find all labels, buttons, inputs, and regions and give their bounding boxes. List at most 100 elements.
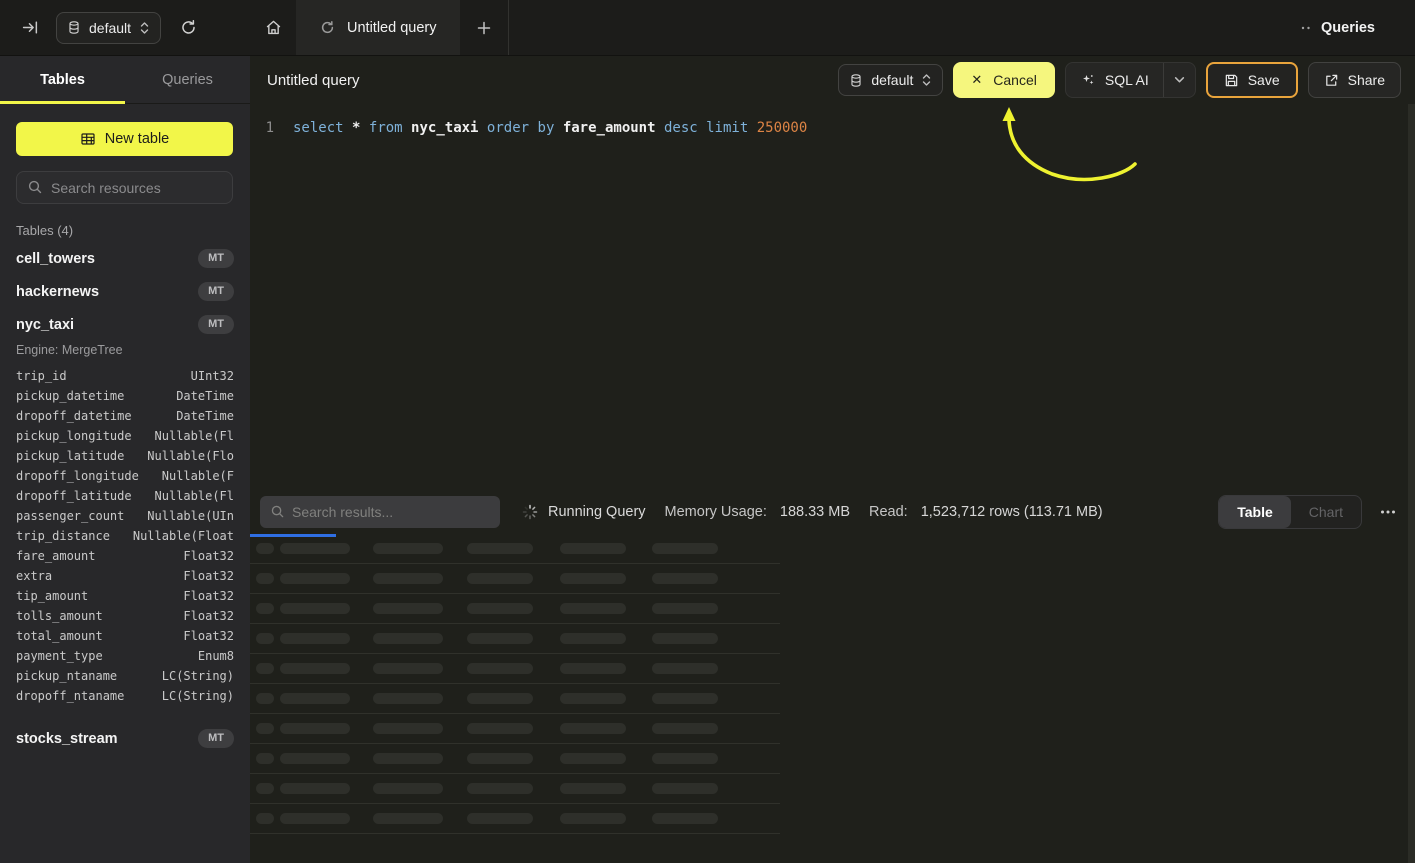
topbar-database-value: default bbox=[89, 20, 131, 36]
table-item-stocks_stream[interactable]: stocks_streamMT bbox=[16, 722, 234, 755]
column-row[interactable]: extra Float32 bbox=[16, 566, 234, 586]
search-resources-input[interactable] bbox=[16, 171, 233, 204]
skeleton-cell bbox=[256, 753, 274, 764]
skeleton-cell bbox=[256, 813, 274, 824]
table-item-nyc_taxi[interactable]: nyc_taxiMT bbox=[16, 308, 234, 341]
skeleton-cell bbox=[560, 813, 626, 824]
sql-ai-button[interactable]: SQL AI bbox=[1066, 63, 1163, 97]
memory-usage-value: 188.33 MB bbox=[780, 504, 850, 520]
column-row[interactable]: tip_amountFloat32 bbox=[16, 586, 234, 606]
column-row[interactable]: dropoff_datetimeDateTime bbox=[16, 406, 234, 426]
query-status: Running Query bbox=[548, 504, 646, 520]
code-token: by bbox=[538, 120, 555, 136]
skeleton-cell bbox=[560, 663, 626, 674]
tables-list: cell_towersMThackernewsMTnyc_taxiMTEngin… bbox=[16, 242, 234, 755]
column-name: fare_amount bbox=[16, 549, 95, 563]
new-table-button[interactable]: New table bbox=[16, 122, 233, 156]
column-row[interactable]: pickup_longitudeNullable(Fl bbox=[16, 426, 234, 446]
sql-editor[interactable]: 1 select * from nyc_taxi order by fare_a… bbox=[250, 104, 1415, 490]
close-icon: ✕ bbox=[971, 72, 982, 88]
query-workspace: Untitled query default ✕ Cancel bbox=[250, 56, 1415, 863]
skeleton-cell bbox=[467, 783, 533, 794]
spinner-icon bbox=[522, 504, 538, 520]
save-icon bbox=[1224, 73, 1239, 88]
tab-untitled-query[interactable]: Untitled query bbox=[296, 0, 460, 55]
column-row[interactable]: dropoff_ntanameLC(String) bbox=[16, 686, 234, 706]
column-row[interactable]: pickup_latitudeNullable(Flo bbox=[16, 446, 234, 466]
skeleton-cell bbox=[256, 663, 274, 674]
query-database-value: default bbox=[871, 72, 913, 88]
query-header: Untitled query default ✕ Cancel bbox=[250, 56, 1415, 104]
skeleton-cell bbox=[467, 813, 533, 824]
skeleton-cell bbox=[467, 543, 533, 554]
column-row[interactable]: dropoff_longitudeNullable(F bbox=[16, 466, 234, 486]
search-results-input[interactable] bbox=[260, 496, 500, 528]
skeleton-cell bbox=[280, 723, 350, 734]
share-button[interactable]: Share bbox=[1308, 62, 1401, 98]
top-bar-left: default bbox=[0, 0, 250, 55]
code-token: select bbox=[293, 120, 344, 136]
skeleton-row bbox=[250, 534, 780, 564]
column-type: Enum8 bbox=[198, 649, 234, 663]
column-type: Nullable(F bbox=[162, 469, 234, 483]
sql-ai-dropdown-button[interactable] bbox=[1164, 63, 1195, 97]
column-type: Float32 bbox=[183, 569, 234, 583]
queries-panel-button[interactable]: Queries bbox=[1300, 0, 1375, 55]
column-row[interactable]: tolls_amountFloat32 bbox=[16, 606, 234, 626]
column-row[interactable]: fare_amountFloat32 bbox=[16, 546, 234, 566]
topbar-database-selector[interactable]: default bbox=[56, 12, 161, 44]
refresh-icon bbox=[180, 19, 197, 36]
skeleton-cell bbox=[256, 693, 274, 704]
scrollbar[interactable] bbox=[1408, 104, 1415, 863]
sidebar-tab-tables[interactable]: Tables bbox=[0, 56, 125, 103]
collapse-sidebar-button[interactable] bbox=[16, 14, 44, 42]
skeleton-cell bbox=[652, 753, 718, 764]
sidebar-tab-queries[interactable]: Queries bbox=[125, 56, 250, 103]
code-token: from bbox=[369, 120, 403, 136]
read-value: 1,523,712 rows (113.71 MB) bbox=[921, 504, 1103, 520]
table-item-cell_towers[interactable]: cell_towersMT bbox=[16, 242, 234, 275]
column-row[interactable]: trip_distanceNullable(Float bbox=[16, 526, 234, 546]
save-button[interactable]: Save bbox=[1206, 62, 1298, 98]
line-number: 1 bbox=[250, 120, 274, 136]
code-token: 250000 bbox=[757, 120, 808, 136]
chevron-updown-icon bbox=[139, 21, 150, 35]
skeleton-cell bbox=[467, 663, 533, 674]
results-skeleton bbox=[250, 534, 1415, 834]
skeleton-cell bbox=[280, 603, 350, 614]
column-row[interactable]: dropoff_latitudeNullable(Fl bbox=[16, 486, 234, 506]
toggle-chart[interactable]: Chart bbox=[1291, 496, 1361, 528]
toggle-table[interactable]: Table bbox=[1219, 496, 1291, 528]
column-row[interactable]: payment_typeEnum8 bbox=[16, 646, 234, 666]
skeleton-row bbox=[250, 654, 780, 684]
table-item-hackernews[interactable]: hackernewsMT bbox=[16, 275, 234, 308]
skeleton-cell bbox=[467, 633, 533, 644]
collapse-sidebar-icon bbox=[22, 19, 39, 36]
column-row[interactable]: pickup_ntanameLC(String) bbox=[16, 666, 234, 686]
cancel-query-button[interactable]: ✕ Cancel bbox=[953, 62, 1055, 98]
column-name: extra bbox=[16, 569, 52, 583]
refresh-database-button[interactable] bbox=[173, 13, 203, 43]
table-name: nyc_taxi bbox=[16, 317, 74, 333]
column-type: DateTime bbox=[176, 409, 234, 423]
column-name: trip_distance bbox=[16, 529, 110, 543]
column-row[interactable]: trip_idUInt32 bbox=[16, 366, 234, 386]
query-title: Untitled query bbox=[267, 72, 360, 89]
column-row[interactable]: pickup_datetimeDateTime bbox=[16, 386, 234, 406]
resources-sidebar: Tables Queries New table Tables (4) cell… bbox=[0, 56, 250, 863]
column-row[interactable]: total_amountFloat32 bbox=[16, 626, 234, 646]
skeleton-cell bbox=[467, 753, 533, 764]
code-token: fare_amount bbox=[563, 120, 656, 136]
home-icon bbox=[265, 19, 282, 36]
query-database-selector[interactable]: default bbox=[838, 64, 943, 96]
skeleton-cell bbox=[373, 723, 443, 734]
more-options-button[interactable] bbox=[1375, 499, 1401, 525]
skeleton-cell bbox=[652, 813, 718, 824]
code-line[interactable]: 1 select * from nyc_taxi order by fare_a… bbox=[250, 117, 1415, 139]
skeleton-cell bbox=[256, 783, 274, 794]
home-button[interactable] bbox=[250, 0, 296, 55]
new-tab-button[interactable] bbox=[460, 0, 508, 55]
column-name: pickup_datetime bbox=[16, 389, 124, 403]
column-row[interactable]: passenger_countNullable(UIn bbox=[16, 506, 234, 526]
view-toggle: Table Chart bbox=[1218, 495, 1362, 529]
